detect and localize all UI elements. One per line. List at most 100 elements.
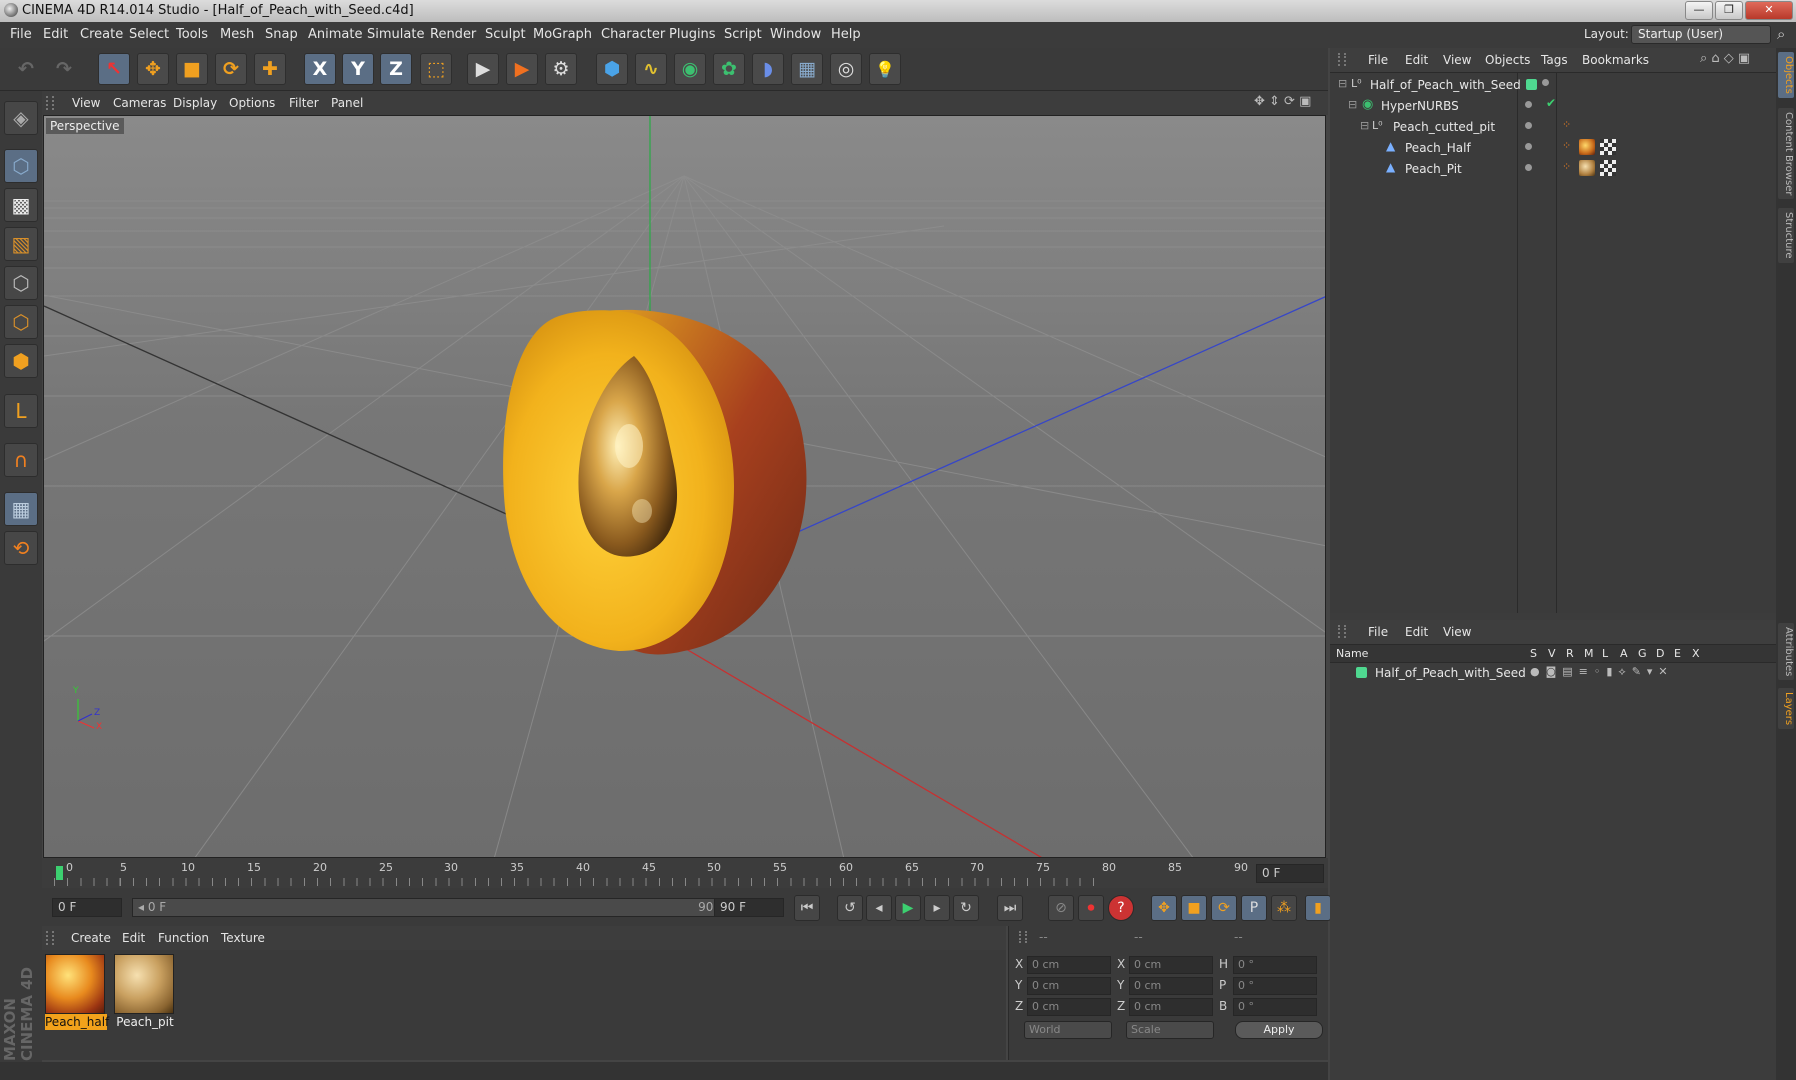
viewport-navigate-icons[interactable]: ✥ ⇕ ⟳ ▣ [1254,94,1311,109]
menu-plugins[interactable]: Plugins [669,27,716,42]
record-keys-icon[interactable]: ⊘ [1048,895,1074,921]
x-axis-icon[interactable]: X [304,53,336,85]
live-selection-icon[interactable]: ↖ [98,53,130,85]
tree-row[interactable]: ▲ Peach_Pit ⁘ [1330,159,1776,179]
timeline-icon[interactable]: ▮ [1305,895,1331,921]
expand-icon[interactable]: ⊟ [1338,77,1347,90]
side-tab-content-browser[interactable]: Content Browser [1778,108,1794,200]
material-item[interactable]: Peach_pit [114,954,176,1030]
menu-create[interactable]: Create [80,27,123,42]
size-y-field[interactable]: 0 cm [1129,977,1213,995]
nurbs-icon[interactable]: ◉ [674,53,706,85]
side-tab-layers[interactable]: Layers [1778,688,1794,730]
current-frame-field[interactable]: 0 F [1256,864,1324,883]
menu-script[interactable]: Script [724,27,762,42]
edges-mode-icon[interactable]: ⬡ [4,305,38,339]
next-key-icon[interactable]: ↻ [953,895,979,921]
prev-frame-icon[interactable]: ◂ [866,895,892,921]
prev-key-icon[interactable]: ↺ [837,895,863,921]
preview-range-slider[interactable]: ◂ 0 F 90 F ▸ [132,898,745,917]
keyframe-help-icon[interactable]: ? [1108,895,1134,921]
apply-button[interactable]: Apply [1235,1021,1323,1039]
world-dropdown[interactable]: World [1024,1021,1112,1039]
snap-grid-icon[interactable]: ▦ [4,492,38,526]
axis-mode-icon[interactable]: L [4,394,38,428]
obj-menu-bookmarks[interactable]: Bookmarks [1582,53,1649,67]
pos-y-field[interactable]: 0 cm [1027,977,1111,995]
key-param-icon[interactable]: P [1241,895,1267,921]
search-icon[interactable]: ⌕ [1777,25,1785,43]
spline-icon[interactable]: ∿ [635,53,667,85]
tree-row[interactable]: ⊟ L⁰ Peach_cutted_pit ⁘ [1330,117,1776,137]
material-menu-function[interactable]: Function [158,931,209,945]
menu-file[interactable]: File [10,27,32,42]
menu-snap[interactable]: Snap [265,27,298,42]
material-menu-create[interactable]: Create [71,931,111,945]
key-scale-icon[interactable]: ■ [1181,895,1207,921]
y-axis-icon[interactable]: Y [342,53,374,85]
tree-row[interactable]: ⊟ ◉ HyperNURBS ✔ [1330,96,1776,116]
viewport-perspective[interactable]: Perspective Y X Z [43,115,1326,858]
next-frame-icon[interactable]: ▸ [924,895,950,921]
material-item[interactable]: Peach_half [45,954,109,1030]
floor-icon[interactable]: ▦ [791,53,823,85]
key-rotation-icon[interactable]: ⟳ [1211,895,1237,921]
go-to-start-icon[interactable]: ⏮ [794,895,820,921]
go-to-end-icon[interactable]: ⏭ [997,895,1023,921]
size-x-field[interactable]: 0 cm [1129,956,1213,974]
viewport-menu-display[interactable]: Display [173,96,217,110]
start-frame-field[interactable]: 0 F [52,898,122,917]
menu-tools[interactable]: Tools [176,27,208,42]
material-tag-icon[interactable] [1579,139,1595,155]
redo-icon[interactable]: ↷ [48,53,80,85]
menu-select[interactable]: Select [129,27,169,42]
undo-icon[interactable]: ↶ [10,53,42,85]
menu-edit[interactable]: Edit [43,27,68,42]
render-view-icon[interactable]: ▶ [467,53,499,85]
menu-sculpt[interactable]: Sculpt [485,27,526,42]
viewport-menu-cameras[interactable]: Cameras [113,96,166,110]
scale-icon[interactable]: ■ [176,53,208,85]
light-icon[interactable]: 💡 [869,53,901,85]
layer-menu-file[interactable]: File [1368,625,1388,639]
deformer-icon[interactable]: ◗ [752,53,784,85]
close-button[interactable]: ✕ [1745,1,1793,20]
key-pla-icon[interactable]: ⁂ [1271,895,1297,921]
maximize-button[interactable]: ❐ [1715,1,1743,20]
uvw-tag-icon[interactable] [1600,160,1616,176]
obj-menu-edit[interactable]: Edit [1405,53,1428,67]
snap-settings-icon[interactable]: ⟲ [4,531,38,565]
viewport-menu-panel[interactable]: Panel [331,96,363,110]
size-z-field[interactable]: 0 cm [1129,998,1213,1016]
polygons-mode-icon[interactable]: ⬢ [4,344,38,378]
rotate-icon[interactable]: ⟳ [215,53,247,85]
obj-menu-tags[interactable]: Tags [1541,53,1568,67]
viewport-menu-filter[interactable]: Filter [289,96,319,110]
obj-menu-objects[interactable]: Objects [1485,53,1530,67]
viewport-menu-options[interactable]: Options [229,96,275,110]
layer-color-swatch[interactable] [1356,667,1367,678]
model-mode-icon[interactable]: ⬡ [4,149,38,183]
editor-visibility-dot[interactable] [1525,122,1532,129]
expand-icon[interactable]: ⊟ [1360,119,1369,132]
autokey-icon[interactable]: ⏺ [1078,895,1104,921]
add-icon[interactable]: ✚ [254,53,286,85]
end-frame-field[interactable]: 90 F [714,898,784,917]
texture-mode-icon[interactable]: ▩ [4,188,38,222]
array-icon[interactable]: ✿ [713,53,745,85]
pos-x-field[interactable]: 0 cm [1027,956,1111,974]
layer-toggle-icons[interactable]: ●◙▤≡◦▮⟡✎▾✕ [1530,665,1674,679]
tree-row[interactable]: ▲ Peach_Half ⁘ [1330,138,1776,158]
editor-visibility-dot[interactable] [1525,164,1532,171]
z-axis-icon[interactable]: Z [380,53,412,85]
camera-icon[interactable]: ◎ [830,53,862,85]
coordinate-system-icon[interactable]: ⬚ [420,53,452,85]
scale-dropdown[interactable]: Scale [1126,1021,1214,1039]
phong-tag-icon[interactable]: ⁘ [1562,160,1571,173]
side-tab-structure[interactable]: Structure [1778,208,1794,263]
workplane-icon[interactable]: ▧ [4,227,38,261]
material-tag-icon[interactable] [1579,160,1595,176]
material-menu-texture[interactable]: Texture [221,931,265,945]
pos-z-field[interactable]: 0 cm [1027,998,1111,1016]
layer-color-swatch[interactable] [1526,79,1537,90]
